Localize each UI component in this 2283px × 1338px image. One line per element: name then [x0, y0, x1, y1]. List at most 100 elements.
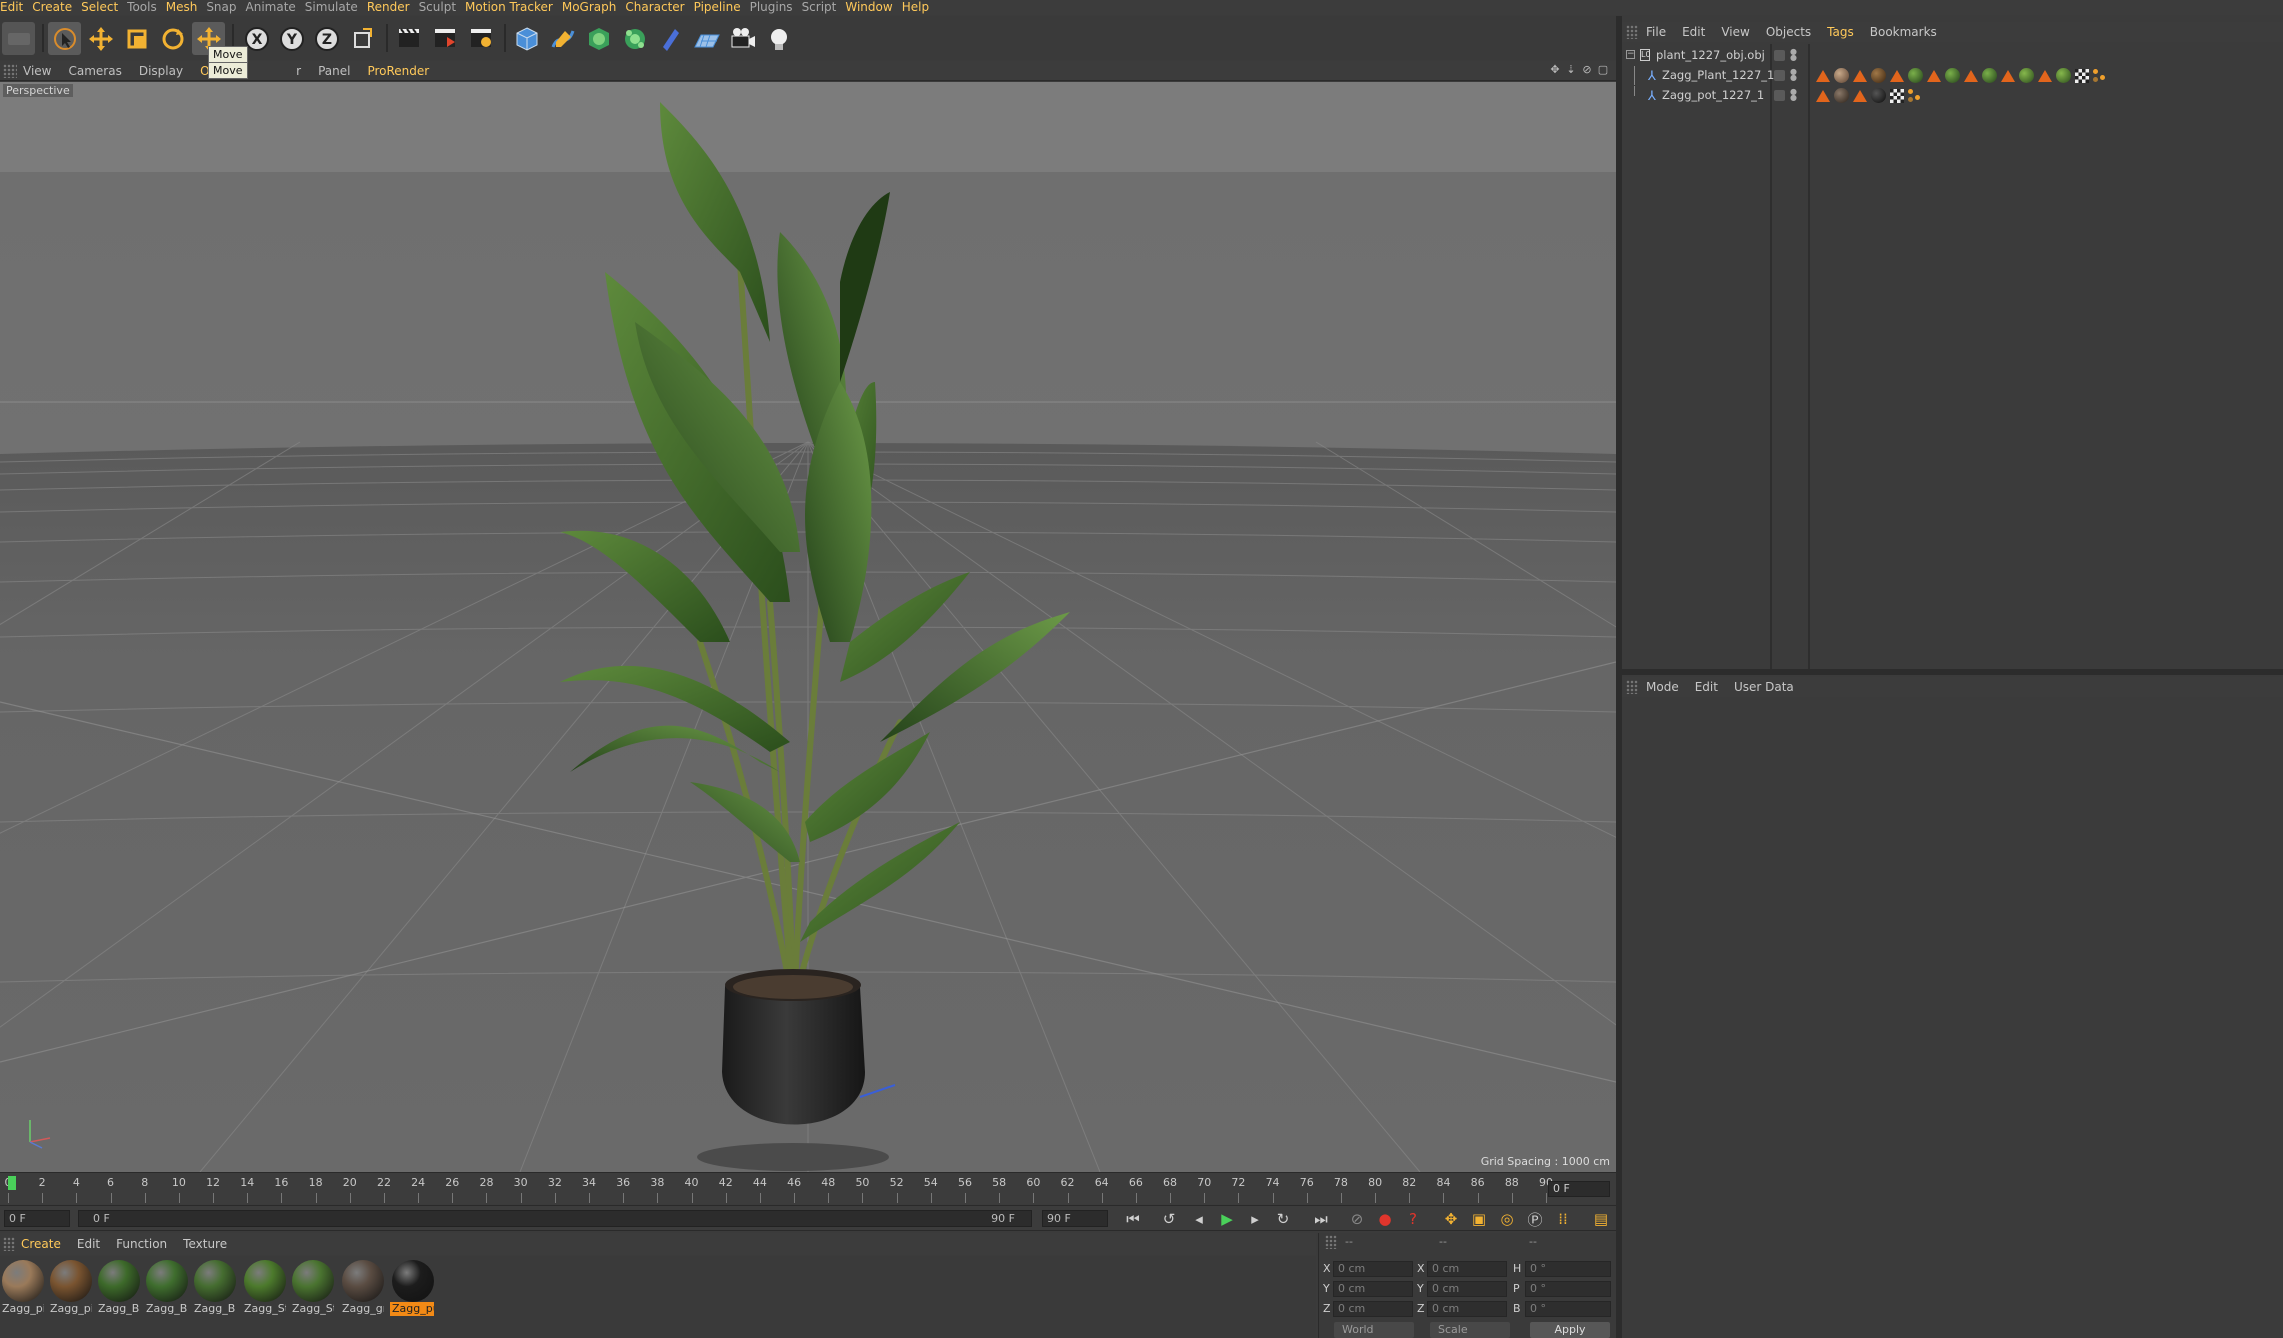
position-y-field[interactable]: 0 cm — [1333, 1281, 1413, 1297]
viewport-menu-view[interactable]: View — [23, 61, 51, 81]
viewport-menu-cameras[interactable]: Cameras — [68, 61, 121, 81]
perspective-viewport[interactable]: Perspective Grid Spacing : 1000 cm — [0, 82, 1616, 1172]
texture-tag-icon[interactable] — [1908, 68, 1923, 83]
visibility-dots-icon[interactable]: ● ● — [1790, 88, 1797, 102]
material-swatch[interactable]: Zagg_pi — [0, 1258, 46, 1316]
viewport-menu-prorender[interactable]: ProRender — [367, 61, 429, 81]
material-swatch[interactable]: Zagg_Bi — [144, 1258, 190, 1316]
object-menu-objects[interactable]: Objects — [1766, 25, 1811, 39]
viewport-menu-panel[interactable]: Panel — [318, 61, 350, 81]
key-parameter-icon[interactable]: Ⓟ — [1524, 1208, 1546, 1230]
viewport-menu-filter[interactable]: r — [296, 61, 301, 81]
menu-mograph[interactable]: MoGraph — [562, 0, 626, 15]
phong-tag-icon[interactable] — [1964, 69, 1978, 82]
rotate-icon[interactable] — [156, 22, 189, 55]
viewport-label[interactable]: Perspective — [3, 84, 73, 97]
attribute-menu-user-data[interactable]: User Data — [1734, 680, 1794, 694]
cube-primitive-icon[interactable] — [510, 22, 543, 55]
material-swatch[interactable]: Zagg_pi — [48, 1258, 94, 1316]
go-to-start-icon[interactable]: ⏮ — [1122, 1208, 1144, 1230]
position-x-field[interactable]: 0 cm — [1333, 1261, 1413, 1277]
object-row[interactable]: ⅄ Zagg_pot_1227_1 ● ● — [1622, 86, 2283, 105]
start-frame-field[interactable]: 0 F — [4, 1210, 70, 1227]
material-menu-texture[interactable]: Texture — [183, 1237, 227, 1251]
previous-frame-icon[interactable]: ◂ — [1188, 1208, 1210, 1230]
scale-mode-dropdown[interactable]: Scale — [1430, 1322, 1510, 1338]
texture-tag-icon[interactable] — [1871, 88, 1886, 103]
phong-tag-icon[interactable] — [1816, 89, 1830, 102]
toggle-view-icon[interactable]: ▢ — [1597, 63, 1609, 77]
menu-help[interactable]: Help — [902, 0, 938, 15]
material-swatch-selected[interactable]: Zagg_pu — [390, 1258, 436, 1316]
previous-key-icon[interactable]: ↺ — [1158, 1208, 1180, 1230]
phong-tag-icon[interactable] — [1890, 69, 1904, 82]
texture-tag-icon[interactable] — [1982, 68, 1997, 83]
object-menu-file[interactable]: File — [1646, 25, 1666, 39]
size-x-field[interactable]: 0 cm — [1427, 1261, 1507, 1277]
y-axis-lock-icon[interactable]: Y — [275, 22, 308, 55]
apply-button[interactable]: Apply — [1530, 1322, 1610, 1338]
autokeying-icon[interactable]: ? — [1402, 1208, 1424, 1230]
attribute-menu-mode[interactable]: Mode — [1646, 680, 1679, 694]
move-icon[interactable] — [84, 22, 117, 55]
menu-edit[interactable]: Edit — [0, 0, 32, 15]
key-point-level-icon[interactable]: ⁞⁞ — [1552, 1208, 1574, 1230]
object-row[interactable]: ⅄ Zagg_Plant_1227_1 ● ● — [1622, 66, 2283, 85]
material-swatch[interactable]: Zagg_St — [242, 1258, 288, 1316]
menu-pipeline[interactable]: Pipeline — [694, 0, 750, 15]
next-key-icon[interactable]: ↻ — [1272, 1208, 1294, 1230]
grip-icon[interactable] — [3, 63, 17, 78]
object-menu-view[interactable]: View — [1721, 25, 1749, 39]
material-menu-edit[interactable]: Edit — [77, 1237, 100, 1251]
menu-select[interactable]: Select — [81, 0, 127, 15]
pen-spline-icon[interactable] — [546, 22, 579, 55]
record-active-objects-icon[interactable]: ● — [1374, 1208, 1396, 1230]
object-row[interactable]: − L0 plant_1227_obj.obj ● ● — [1622, 46, 2283, 65]
texture-tag-icon[interactable] — [2019, 68, 2034, 83]
texture-tag-icon[interactable] — [1834, 68, 1849, 83]
position-z-field[interactable]: 0 cm — [1333, 1301, 1413, 1317]
rotation-h-field[interactable]: 0 ° — [1525, 1261, 1611, 1277]
size-y-field[interactable]: 0 cm — [1427, 1281, 1507, 1297]
end-frame-field[interactable]: 90 F — [1042, 1210, 1108, 1227]
coordinate-system-icon[interactable] — [346, 22, 379, 55]
grip-icon[interactable] — [1626, 25, 1638, 39]
panel-divider[interactable] — [1622, 669, 2283, 675]
menu-window[interactable]: Window — [845, 0, 901, 15]
material-swatch[interactable]: Zagg_gr — [340, 1258, 386, 1316]
visibility-dots-icon[interactable]: ● ● — [1790, 68, 1797, 82]
menu-sculpt[interactable]: Sculpt — [419, 0, 465, 15]
menu-animate[interactable]: Animate — [246, 0, 305, 15]
texture-tag-icon[interactable] — [1834, 88, 1849, 103]
timeline-window-icon[interactable]: ▤ — [1590, 1208, 1612, 1230]
grip-icon[interactable] — [1626, 680, 1638, 694]
phong-tag-icon[interactable] — [1853, 69, 1867, 82]
material-menu-function[interactable]: Function — [116, 1237, 167, 1251]
render-to-picture-viewer-icon[interactable] — [428, 22, 461, 55]
current-frame-field[interactable]: 0 F — [1548, 1181, 1610, 1197]
layer-icon[interactable] — [1774, 70, 1785, 81]
rotation-b-field[interactable]: 0 ° — [1525, 1301, 1611, 1317]
camera-icon[interactable] — [726, 22, 759, 55]
go-to-end-icon[interactable]: ⏭ — [1310, 1208, 1332, 1230]
menu-character[interactable]: Character — [625, 0, 693, 15]
z-axis-lock-icon[interactable]: Z — [310, 22, 343, 55]
coordinate-space-dropdown[interactable]: World — [1334, 1322, 1414, 1338]
phong-tag-icon[interactable] — [1816, 69, 1830, 82]
menu-create[interactable]: Create — [32, 0, 81, 15]
pan-icon[interactable]: ✥ — [1549, 63, 1561, 77]
light-icon[interactable] — [762, 22, 795, 55]
material-swatch[interactable]: Zagg_Ba — [96, 1258, 142, 1316]
viewport-menu-display[interactable]: Display — [139, 61, 183, 81]
uvw-tag-icon[interactable] — [1890, 88, 1904, 103]
texture-tag-icon[interactable] — [2056, 68, 2071, 83]
render-settings-icon[interactable] — [464, 22, 497, 55]
object-menu-edit[interactable]: Edit — [1682, 25, 1705, 39]
texture-tag-icon[interactable] — [1871, 68, 1886, 83]
material-swatch[interactable]: Zagg_Bi — [192, 1258, 238, 1316]
orbit-icon[interactable]: ⊘ — [1581, 63, 1593, 77]
menu-motion-tracker[interactable]: Motion Tracker — [465, 0, 562, 15]
menu-script[interactable]: Script — [802, 0, 846, 15]
size-z-field[interactable]: 0 cm — [1427, 1301, 1507, 1317]
subdivision-surface-icon[interactable] — [582, 22, 615, 55]
